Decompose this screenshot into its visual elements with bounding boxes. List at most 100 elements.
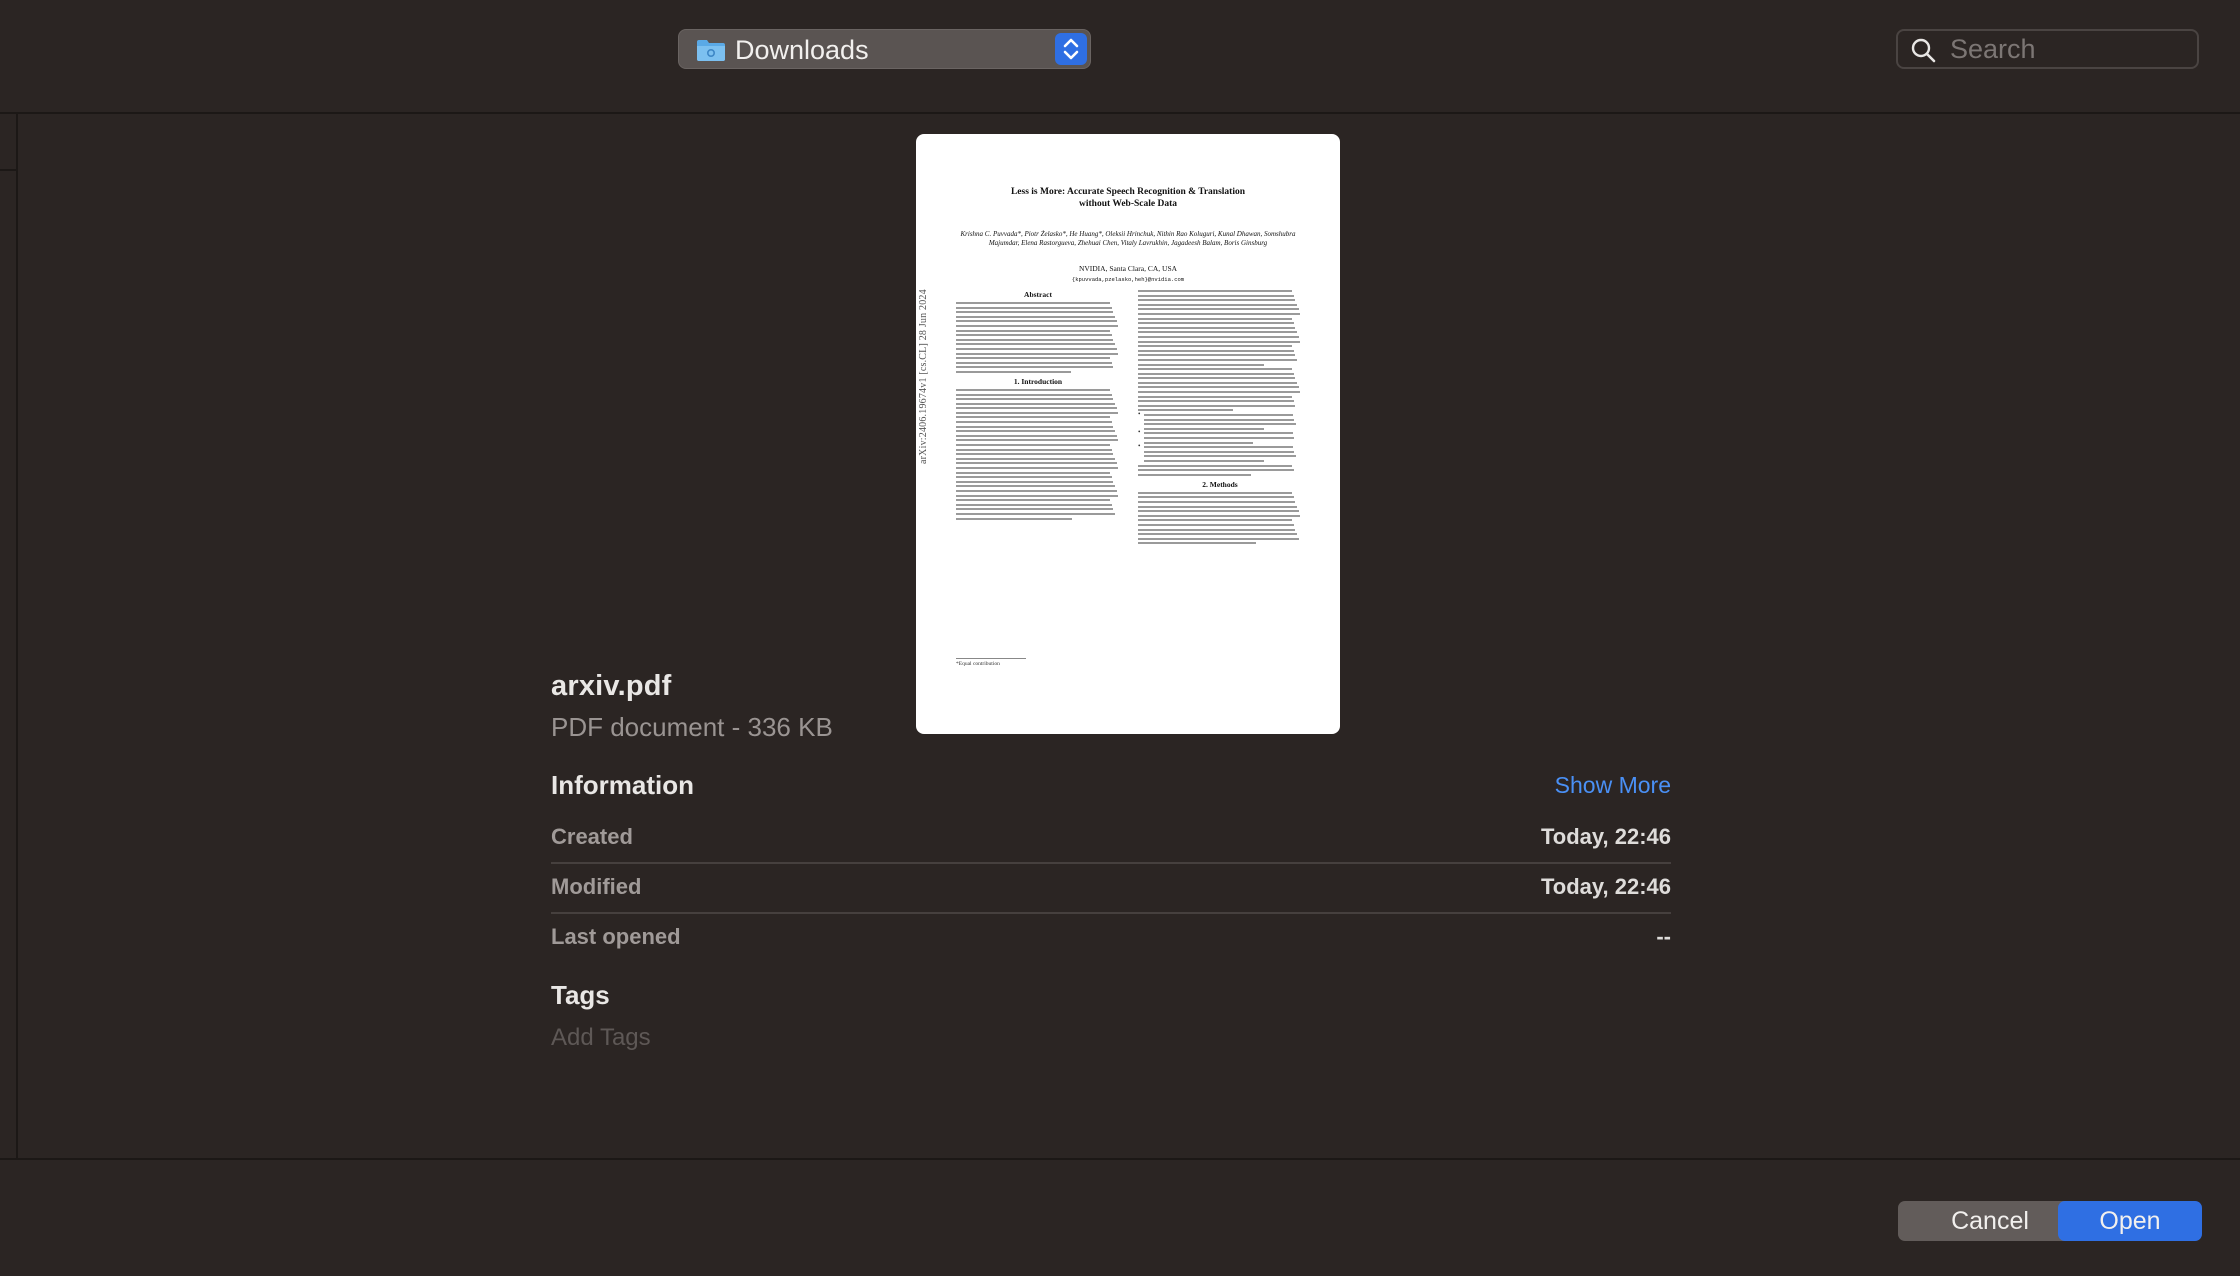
preview-pane: Less is More: Accurate Speech Recognitio… xyxy=(18,114,2240,1158)
intro-text xyxy=(956,388,1120,520)
paper-affiliation: NVIDIA, Santa Clara, CA, USA xyxy=(1078,264,1178,273)
text-line xyxy=(1138,326,1296,329)
text-line xyxy=(1138,381,1298,384)
add-tags-field[interactable]: Add Tags xyxy=(551,1024,651,1052)
text-line xyxy=(1138,345,1293,348)
text-line xyxy=(1138,537,1299,540)
text-line xyxy=(956,462,1117,465)
file-name: arxiv.pdf xyxy=(551,670,672,702)
paper-footnote: *Equal contribution xyxy=(956,658,1026,667)
text-line xyxy=(1138,349,1294,352)
paper-right-column: 2. Methods xyxy=(1138,286,1302,547)
bottom-bar: Cancel Open xyxy=(0,1158,2240,1276)
info-row-modified: Modified Today, 22:46 xyxy=(551,864,1671,914)
information-title: Information xyxy=(551,770,694,800)
text-line xyxy=(956,467,1119,469)
text-line xyxy=(1138,404,1296,407)
info-row-last-opened: Last opened -- xyxy=(551,914,1671,962)
text-line xyxy=(1138,331,1298,334)
paper-title: Less is More: Accurate Speech Recognitio… xyxy=(1010,187,1246,209)
text-line xyxy=(1144,441,1254,444)
text-line xyxy=(1138,519,1293,522)
text-line xyxy=(1138,335,1299,338)
text-line xyxy=(956,324,1119,327)
text-line xyxy=(1138,533,1298,536)
text-line xyxy=(1144,432,1293,435)
cancel-button[interactable]: Cancel xyxy=(1898,1201,2082,1241)
document-thumbnail[interactable]: Less is More: Accurate Speech Recognitio… xyxy=(916,134,1340,734)
text-line xyxy=(1138,505,1298,508)
tags-title: Tags xyxy=(551,980,610,1010)
methods-heading: 2. Methods xyxy=(1202,479,1238,489)
info-value: Today, 22:46 xyxy=(1540,874,1671,899)
text-line xyxy=(1138,308,1299,311)
right-column-text-2 xyxy=(1138,368,1302,412)
abstract-heading: Abstract xyxy=(1024,290,1052,299)
text-line xyxy=(1138,542,1257,545)
text-line xyxy=(1138,358,1298,361)
right-column-text-3 xyxy=(1138,464,1302,476)
text-line xyxy=(956,320,1117,323)
text-line xyxy=(1138,528,1296,531)
open-file-dialog: Downloads Less is More: Accurate Speech … xyxy=(0,0,2240,1276)
text-line xyxy=(1144,450,1295,453)
text-line xyxy=(1138,368,1293,371)
text-line xyxy=(1144,414,1293,417)
text-line xyxy=(1138,400,1294,403)
text-line xyxy=(956,311,1114,314)
text-line xyxy=(1138,322,1294,325)
text-line xyxy=(1144,455,1296,458)
intro-heading: 1. Introduction xyxy=(1013,376,1063,386)
text-line xyxy=(956,430,1116,433)
text-line xyxy=(956,315,1116,318)
text-line xyxy=(956,306,1112,309)
text-line xyxy=(1138,363,1265,366)
abstract-text xyxy=(956,302,1120,373)
text-line xyxy=(1138,290,1293,292)
info-label: Last opened xyxy=(551,924,681,949)
search-field[interactable] xyxy=(1896,29,2199,69)
text-line xyxy=(1138,464,1293,467)
column-browser-strip[interactable] xyxy=(0,114,18,1158)
text-line xyxy=(956,402,1116,405)
text-line xyxy=(956,343,1116,346)
toolbar: Downloads xyxy=(0,0,2240,114)
arxiv-stamp: arXiv:2406.19674v1 [cs.CL] 28 Jun 2024 xyxy=(918,289,929,464)
text-line xyxy=(1138,491,1293,494)
search-input[interactable] xyxy=(1950,33,2190,65)
text-line xyxy=(956,434,1117,437)
text-line xyxy=(956,448,1112,451)
show-more-link[interactable]: Show More xyxy=(1555,772,1671,799)
text-line xyxy=(1144,418,1295,421)
text-line xyxy=(1138,354,1296,357)
location-popup-button[interactable]: Downloads xyxy=(678,29,1091,69)
text-line xyxy=(956,302,1111,304)
text-line xyxy=(956,503,1112,506)
text-line xyxy=(1144,427,1265,430)
text-line xyxy=(1138,372,1294,375)
text-line xyxy=(1144,437,1295,439)
information-header: Information Show More xyxy=(551,770,1671,806)
text-line xyxy=(1138,312,1301,315)
text-line xyxy=(956,512,1116,515)
text-line xyxy=(956,439,1119,442)
text-line xyxy=(956,457,1116,460)
text-line xyxy=(1138,523,1294,526)
open-button[interactable]: Open xyxy=(2058,1201,2202,1241)
text-line xyxy=(956,453,1114,456)
info-label: Modified xyxy=(551,874,642,899)
contribution-bullet xyxy=(1144,414,1302,430)
text-line xyxy=(956,517,1073,520)
methods-text xyxy=(1138,491,1302,545)
text-line xyxy=(956,411,1119,414)
folder-icon xyxy=(697,40,725,61)
text-line xyxy=(956,489,1117,492)
paper-left-column: Abstract 1. Introduction xyxy=(956,286,1120,522)
text-line xyxy=(956,329,1111,332)
text-line xyxy=(956,388,1111,391)
text-line xyxy=(1138,386,1299,389)
text-line xyxy=(1138,299,1296,302)
text-line xyxy=(1138,303,1298,306)
text-line xyxy=(1138,500,1296,503)
text-line xyxy=(956,352,1119,355)
